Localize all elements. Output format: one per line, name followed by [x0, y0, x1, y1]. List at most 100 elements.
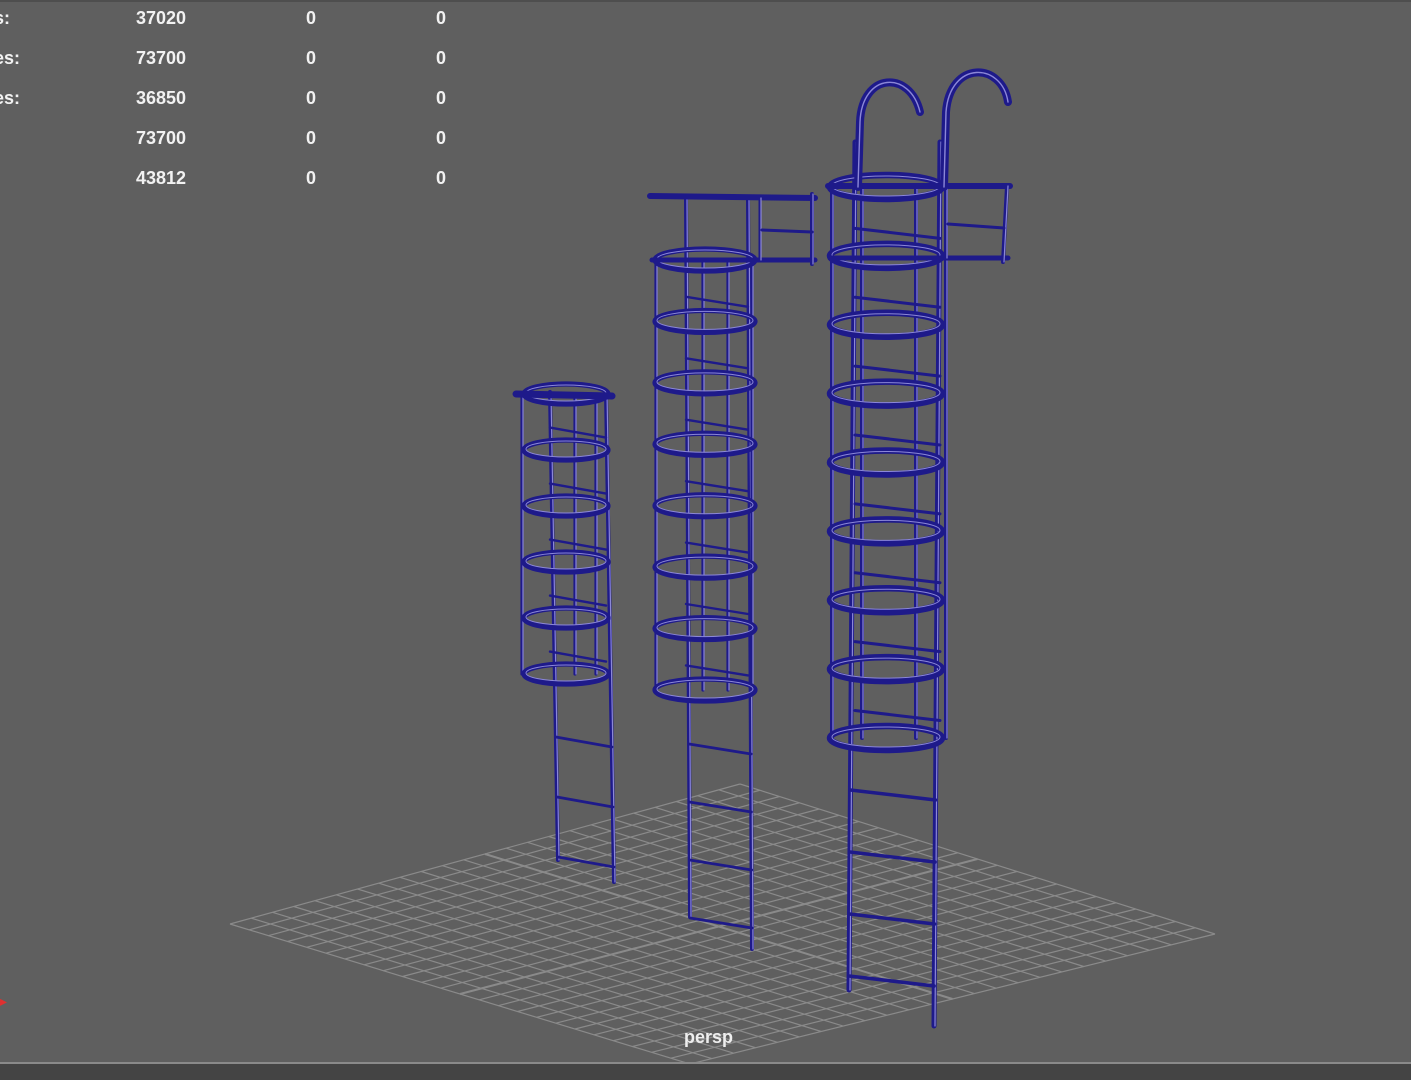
ladder-rung — [853, 364, 942, 378]
hud-row-uvs: : 43812 0 0 — [0, 168, 470, 192]
handrail-hook — [854, 78, 924, 191]
grid-line — [633, 812, 1106, 962]
cage-hoop-highlight — [831, 726, 941, 748]
ladder-rung — [684, 357, 750, 370]
grid-line — [555, 889, 1077, 1024]
cage-hoop — [826, 447, 946, 478]
hud-total: 43812 — [135, 168, 186, 188]
cage-hoop — [826, 309, 946, 340]
hud-label: es: — [0, 48, 21, 68]
perspective-viewport[interactable]: s: 37020 0 0 es: 73700 0 0 es: 36850 0 0… — [0, 0, 1411, 1062]
hud-selected: 0 — [305, 128, 316, 148]
grid-line — [569, 830, 1041, 978]
hud-selected: 0 — [305, 8, 316, 28]
status-bar — [0, 1062, 1411, 1080]
cage-hoop-highlight — [831, 657, 941, 679]
ladder-rung — [684, 295, 750, 309]
grid-line — [574, 895, 1097, 1030]
cage-hoop-highlight — [831, 519, 941, 541]
cage-hoop-highlight — [656, 556, 754, 576]
grid-line — [654, 806, 1128, 957]
grid-line — [479, 864, 998, 1001]
grid-line — [459, 858, 978, 995]
cage-hoop-highlight — [525, 664, 607, 682]
ladder-rung — [687, 742, 753, 756]
platform-bar — [760, 228, 814, 234]
cage-hoop-highlight — [656, 372, 754, 392]
cage-hoop-highlight — [831, 588, 941, 610]
ladder-rung — [848, 788, 938, 802]
cage-hoop — [826, 378, 946, 409]
platform-bar — [946, 222, 1006, 230]
ladder-rung — [853, 295, 942, 309]
hud-row-faces: es: 36850 0 0 — [0, 88, 470, 112]
hud-row-edges: es: 73700 0 0 — [0, 48, 470, 72]
cage-top-rim — [512, 390, 616, 400]
ladder-models[interactable] — [512, 68, 1013, 1029]
ladder-rung — [684, 479, 750, 493]
cage-hoop-highlight — [525, 552, 607, 570]
cage-hoop-highlight — [656, 679, 754, 699]
hud-component: 0 — [435, 48, 446, 68]
ladder-rung — [853, 502, 942, 516]
hud-component: 0 — [435, 88, 446, 108]
grid-line — [536, 883, 1057, 1018]
hud-component: 0 — [435, 128, 446, 148]
cage-hoop-highlight — [525, 496, 607, 514]
hud-component: 0 — [435, 168, 446, 188]
poly-count-hud: s: 37020 0 0 es: 73700 0 0 es: 36850 0 0… — [0, 2, 470, 202]
grid-line — [498, 870, 1018, 1007]
hud-row-verts: s: 37020 0 0 — [0, 8, 470, 32]
ladder-rung — [684, 602, 750, 616]
cage-hoop-highlight — [831, 244, 941, 266]
hud-label: es: — [0, 88, 21, 108]
cage-hoop-highlight — [831, 382, 941, 404]
grid-line — [594, 902, 1117, 1036]
hud-label: s: — [0, 8, 11, 28]
ladder-rail — [604, 390, 616, 884]
hud-selected: 0 — [305, 88, 316, 108]
grid-line — [739, 783, 1216, 935]
ladder-rung — [688, 858, 754, 872]
cage-hoop-highlight — [831, 451, 941, 472]
cage-hoop-highlight — [656, 433, 754, 453]
cage-hoop-highlight — [656, 310, 754, 330]
axis-indicator-icon: ▸ — [0, 993, 8, 1009]
ladder-rail — [846, 139, 858, 993]
camera-name-label: persp — [684, 1027, 734, 1047]
hud-component: 0 — [435, 8, 446, 28]
ladder-rung — [853, 226, 942, 240]
grid-line — [517, 877, 1038, 1013]
ladder-rung — [853, 708, 942, 722]
grid-line — [613, 908, 1136, 1042]
cage-hoop — [826, 585, 946, 616]
hud-total: 73700 — [135, 128, 186, 148]
handrail-hook — [940, 68, 1012, 191]
hud-selected: 0 — [305, 48, 316, 68]
grid-line — [548, 835, 1019, 984]
hud-row-tris: 73700 0 0 — [0, 128, 470, 152]
cage-hoop — [826, 722, 946, 754]
ladder-rung — [853, 433, 942, 447]
ladder-rung — [554, 735, 614, 749]
hud-total: 37020 — [135, 8, 186, 28]
cage-hoop-highlight — [831, 313, 941, 335]
ladder-rung — [853, 571, 942, 585]
cage-hoop-highlight — [525, 440, 607, 458]
cage-hoop-highlight — [656, 618, 754, 638]
grid-line — [591, 824, 1063, 973]
ladder-rung — [684, 418, 750, 431]
cage-hoop-highlight — [656, 495, 754, 515]
grid-line — [718, 789, 1194, 940]
ladder-rung — [555, 795, 615, 809]
hud-total: 73700 — [135, 48, 186, 68]
hud-selected: 0 — [305, 168, 316, 188]
ladder-rung — [684, 541, 750, 554]
cage-hoop-highlight — [525, 608, 607, 626]
ladder-rung — [684, 664, 750, 677]
hud-total: 36850 — [135, 88, 186, 108]
platform-rail — [647, 193, 818, 201]
ladder-rung — [853, 640, 942, 654]
cage-hoop — [826, 653, 946, 685]
cage-hoop — [826, 516, 946, 547]
